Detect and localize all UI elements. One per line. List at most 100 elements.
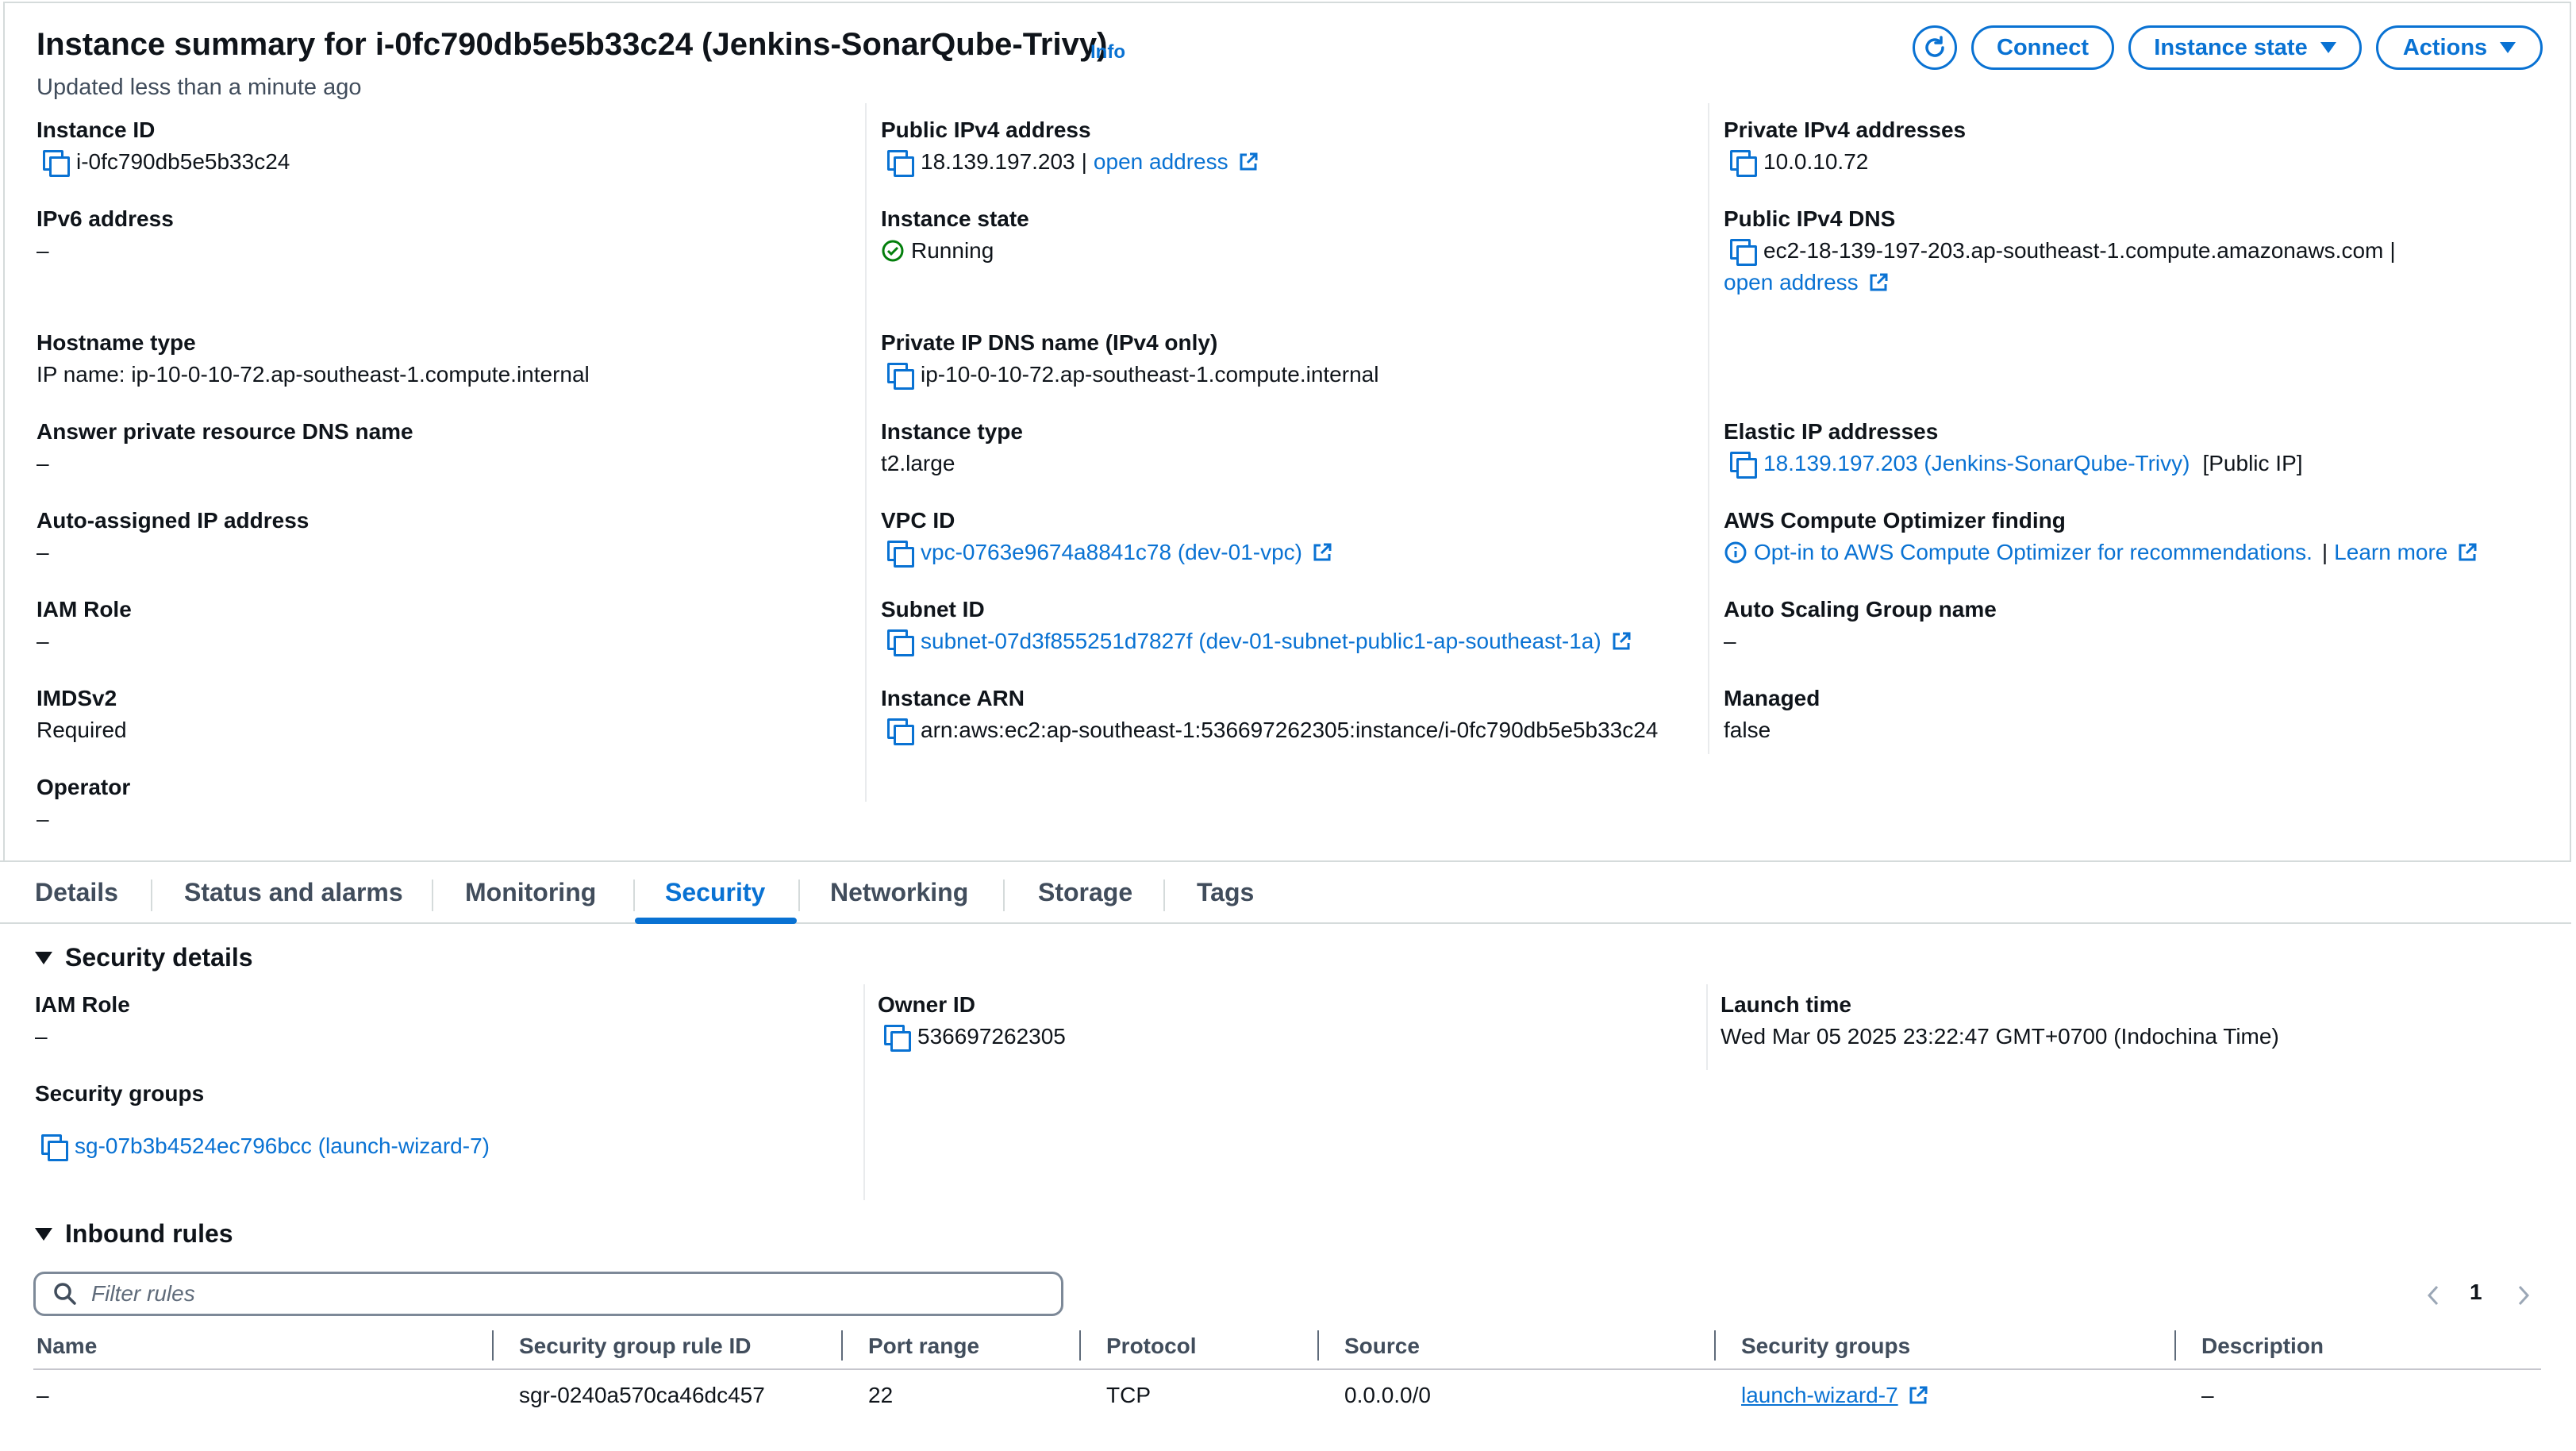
vpc-link[interactable]: vpc-0763e9674a8841c78 (dev-01-vpc)	[921, 538, 1302, 567]
column-divider	[863, 984, 865, 1200]
column-divider	[1708, 103, 1709, 754]
field-public-ipv4: Public IPv4 address 18.139.197.203 | ope…	[881, 116, 1259, 177]
copy-icon[interactable]	[1730, 452, 1757, 479]
external-link-icon	[1313, 543, 1332, 561]
open-address-link[interactable]: open address	[1094, 148, 1228, 176]
copy-icon[interactable]	[1730, 239, 1757, 266]
security-group-row-link[interactable]: launch-wizard-7	[1741, 1383, 1898, 1408]
next-page-button[interactable]	[2511, 1281, 2536, 1310]
tab-separator	[1003, 879, 1005, 911]
subnet-link[interactable]: subnet-07d3f855251d7827f (dev-01-subnet-…	[921, 627, 1601, 656]
open-address-link[interactable]: open address	[1724, 268, 1859, 297]
tab-separator	[1163, 879, 1165, 911]
inbound-rules-toggle[interactable]: Inbound rules	[35, 1219, 233, 1249]
security-details-toggle[interactable]: Security details	[35, 943, 253, 972]
page-number[interactable]: 1	[2470, 1280, 2482, 1305]
column-header-rule-id[interactable]: Security group rule ID	[519, 1334, 752, 1359]
public-ipv4-value: 18.139.197.203	[921, 149, 1075, 174]
field-compute-optimizer: AWS Compute Optimizer finding Opt-in to …	[1724, 506, 2478, 567]
field-ipv6-address: IPv6 address –	[37, 206, 174, 263]
cell-description: –	[2201, 1383, 2214, 1407]
field-imdsv2: IMDSv2 Required	[37, 686, 127, 742]
refresh-button[interactable]	[1913, 25, 1957, 70]
optimizer-opt-in-link[interactable]: Opt-in to AWS Compute Optimizer for reco…	[1754, 538, 2313, 567]
tab-networking[interactable]: Networking	[830, 878, 968, 907]
detail-tabs: Details Status and alarms Monitoring Sec…	[0, 860, 2571, 924]
column-header-protocol[interactable]: Protocol	[1106, 1334, 1197, 1359]
copy-icon[interactable]	[887, 363, 914, 390]
tab-details[interactable]: Details	[35, 878, 118, 907]
info-icon	[1724, 541, 1747, 564]
info-link[interactable]: Info	[1090, 41, 1125, 64]
learn-more-link[interactable]: Learn more	[2334, 538, 2447, 567]
chevron-left-icon	[2427, 1285, 2439, 1306]
actions-button[interactable]: Actions	[2376, 25, 2543, 70]
table-header-divider	[33, 1368, 2541, 1370]
search-icon	[54, 1283, 76, 1305]
page-title: Instance summary for i-0fc790db5e5b33c24…	[37, 27, 1108, 62]
tab-security[interactable]: Security	[665, 878, 765, 907]
field-auto-assigned-ip: Auto-assigned IP address –	[37, 508, 310, 564]
copy-icon[interactable]	[887, 629, 914, 656]
column-header-port-range[interactable]: Port range	[868, 1334, 979, 1359]
cell-security-groups: launch-wizard-7	[1741, 1383, 1928, 1408]
caret-down-icon	[2320, 42, 2336, 53]
field-asg-name: Auto Scaling Group name –	[1724, 597, 1997, 653]
tab-status-and-alarms[interactable]: Status and alarms	[184, 878, 403, 907]
field-launch-time: Launch time Wed Mar 05 2025 23:22:47 GMT…	[1721, 992, 2279, 1049]
actions-label: Actions	[2402, 34, 2488, 60]
tab-monitoring[interactable]: Monitoring	[465, 878, 596, 907]
field-private-dns: Private IP DNS name (IPv4 only) ip-10-0-…	[881, 330, 1379, 390]
security-group-link[interactable]: sg-07b3b4524ec796bcc (launch-wizard-7)	[75, 1132, 490, 1160]
field-security-groups: Security groups sg-07b3b4524ec796bcc (la…	[35, 1080, 490, 1161]
elastic-ip-link[interactable]: 18.139.197.203 (Jenkins-SonarQube-Trivy)	[1763, 449, 2190, 478]
copy-icon[interactable]	[43, 150, 70, 177]
copy-icon[interactable]	[887, 718, 914, 745]
connect-button[interactable]: Connect	[1971, 25, 2114, 70]
success-check-icon	[882, 240, 904, 262]
inbound-rules-heading: Inbound rules	[65, 1219, 233, 1248]
column-header-security-groups[interactable]: Security groups	[1741, 1334, 1910, 1359]
copy-icon[interactable]	[887, 150, 914, 177]
copy-icon[interactable]	[884, 1025, 911, 1052]
previous-page-button[interactable]	[2420, 1281, 2446, 1310]
instance-state-value: Running	[911, 238, 994, 263]
tab-separator	[798, 879, 800, 911]
ec2-instance-summary-page: Instance summary for i-0fc790db5e5b33c24…	[0, 0, 2576, 1451]
column-divider	[1706, 984, 1708, 1070]
column-resizer[interactable]	[1714, 1330, 1716, 1361]
tab-tags[interactable]: Tags	[1197, 878, 1254, 907]
column-header-description[interactable]: Description	[2201, 1334, 2324, 1359]
tab-separator	[633, 879, 635, 911]
updated-timestamp: Updated less than a minute ago	[37, 75, 362, 100]
filter-rules-input[interactable]	[91, 1281, 1044, 1307]
tab-separator	[151, 879, 152, 911]
column-header-name[interactable]: Name	[37, 1334, 97, 1359]
instance-id-value: i-0fc790db5e5b33c24	[76, 149, 290, 174]
filter-rules-search[interactable]	[33, 1272, 1063, 1316]
external-link-icon	[1870, 273, 1888, 291]
field-instance-type: Instance type t2.large	[881, 419, 1023, 475]
security-details-heading: Security details	[65, 943, 253, 972]
external-link-icon	[1613, 632, 1631, 650]
field-answer-private-dns: Answer private resource DNS name –	[37, 419, 413, 475]
copy-icon[interactable]	[887, 541, 914, 568]
refresh-icon	[1925, 36, 1944, 57]
field-iam-role: IAM Role –	[37, 597, 132, 653]
chevron-right-icon	[2518, 1285, 2530, 1306]
column-resizer[interactable]	[2174, 1330, 2176, 1361]
instance-state-button[interactable]: Instance state	[2128, 25, 2362, 70]
column-resizer[interactable]	[1079, 1330, 1081, 1361]
field-owner-id: Owner ID 536697262305	[878, 992, 1066, 1052]
column-resizer[interactable]	[841, 1330, 843, 1361]
field-instance-id: Instance ID i-0fc790db5e5b33c24	[37, 116, 290, 177]
column-header-source[interactable]: Source	[1344, 1334, 1420, 1359]
copy-icon[interactable]	[1730, 150, 1757, 177]
copy-icon[interactable]	[41, 1134, 68, 1161]
column-resizer[interactable]	[1317, 1330, 1319, 1361]
column-resizer[interactable]	[492, 1330, 494, 1361]
caret-down-icon	[35, 1227, 52, 1241]
caret-down-icon	[2500, 42, 2516, 53]
tab-storage[interactable]: Storage	[1038, 878, 1132, 907]
cell-rule-id: sgr-0240a570ca46dc457	[519, 1383, 765, 1407]
